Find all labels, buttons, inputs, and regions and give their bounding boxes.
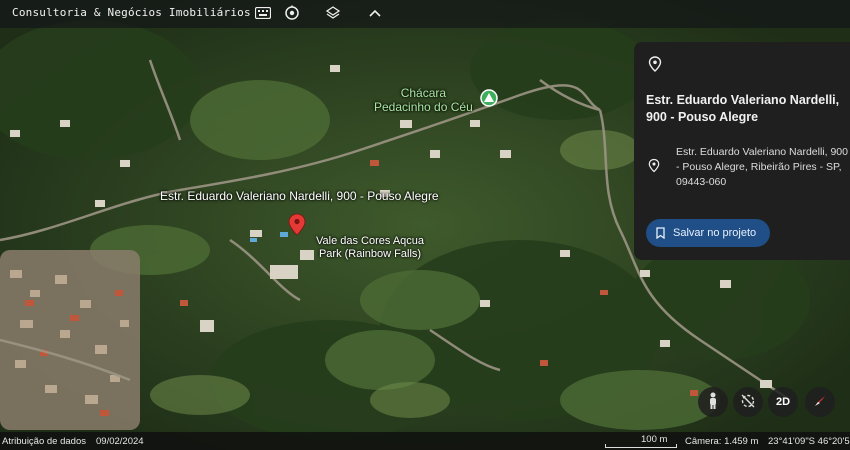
- bookmark-icon: [656, 227, 665, 239]
- poi-label-line: Park (Rainbow Falls): [318, 248, 422, 260]
- scale-bar: [605, 444, 677, 448]
- poi-label-line: Vale das Cores Aqcua: [316, 235, 425, 247]
- tilt-toggle-button[interactable]: [733, 387, 763, 417]
- poi-label-park[interactable]: Vale das Cores Aqcua Park (Rainbow Falls…: [316, 235, 424, 261]
- road-label: Estr. Eduardo Valeriano Nardelli, 900 - …: [160, 189, 439, 203]
- camera-altitude: Câmera: 1.459 m: [685, 436, 759, 447]
- imagery-date: 09/02/2024: [96, 436, 144, 447]
- top-toolbar: Consultoria & Negócios Imobiliários: [0, 0, 850, 28]
- keyboard-icon[interactable]: [252, 2, 274, 24]
- poi-label-line: Chácara: [400, 86, 447, 100]
- poi-label-line: Pedacinho do Céu: [374, 100, 473, 114]
- location-pin-outline-icon: [648, 56, 662, 77]
- data-attribution-link[interactable]: Atribuição de dados: [2, 436, 86, 447]
- layers-icon[interactable]: [322, 2, 344, 24]
- place-info-panel: Estr. Eduardo Valeriano Nardelli, 900 - …: [634, 42, 850, 260]
- coordinates-readout: 23°41'09"S 46°20'5: [768, 436, 850, 447]
- chevron-up-icon[interactable]: [364, 2, 386, 24]
- tilt-off-icon: [740, 393, 756, 412]
- compass-button[interactable]: [805, 387, 835, 417]
- save-button-label: Salvar no projeto: [673, 227, 757, 239]
- view-mode-toggle[interactable]: 2D: [768, 387, 798, 417]
- page-title: Consultoria & Negócios Imobiliários: [12, 6, 251, 19]
- street-view-pegman-button[interactable]: [698, 387, 728, 417]
- status-bar: Atribuição de dados 09/02/2024 100 m Câm…: [0, 432, 850, 450]
- timelapse-icon[interactable]: [281, 2, 303, 24]
- address-pin-icon: [648, 158, 660, 178]
- place-title: Estr. Eduardo Valeriano Nardelli, 900 - …: [646, 93, 840, 124]
- view-mode-label: 2D: [775, 396, 791, 408]
- save-to-project-button[interactable]: Salvar no projeto: [646, 219, 770, 247]
- poi-marker-icon[interactable]: [480, 89, 498, 107]
- place-address: Estr. Eduardo Valeriano Nardelli, 900 - …: [676, 146, 848, 188]
- pegman-icon: [707, 392, 719, 413]
- compass-icon: [812, 393, 828, 412]
- poi-label-chacara[interactable]: Chácara Pedacinho do Céu: [374, 86, 473, 114]
